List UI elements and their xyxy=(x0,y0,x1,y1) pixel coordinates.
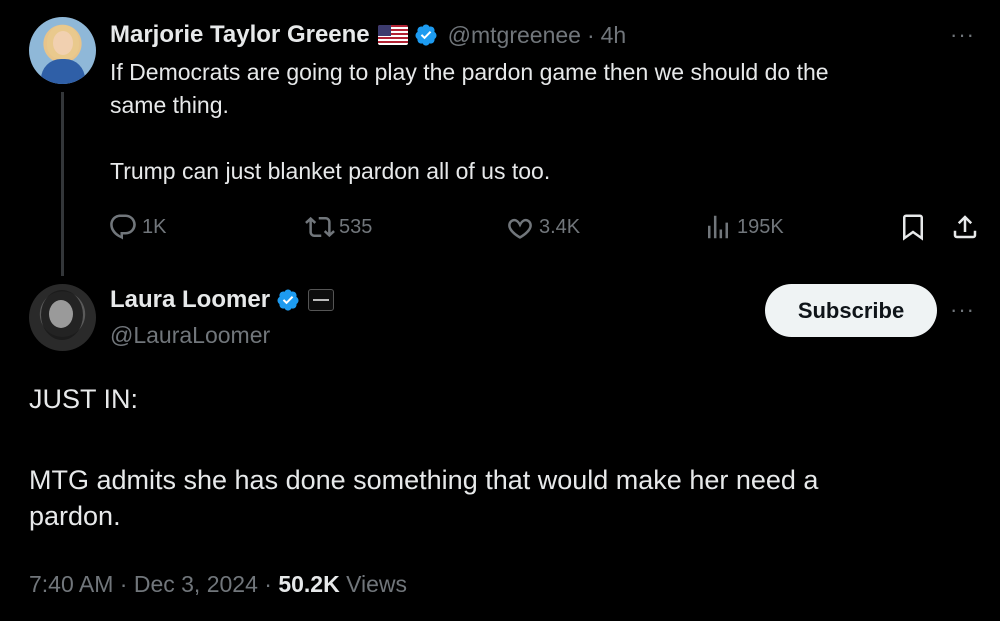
text-line: pardon. xyxy=(29,501,121,531)
bookmark-icon xyxy=(903,214,923,241)
separator: · xyxy=(264,571,272,597)
separator: · xyxy=(119,571,128,597)
tweet-text: If Democrats are going to play the pardo… xyxy=(110,56,960,188)
thread-line xyxy=(61,92,64,276)
subscribe-button[interactable]: Subscribe xyxy=(765,284,937,337)
us-flag-icon xyxy=(377,25,408,45)
text-line: same thing. xyxy=(110,92,229,118)
tweet-meta: 7:40 AM · Dec 3, 2024 · 50.2K Views xyxy=(29,571,407,598)
time-ago[interactable]: 4h xyxy=(601,22,627,49)
views-label: Views xyxy=(346,571,408,597)
parent-tweet-header: Marjorie Taylor Greene @mtgreenee · 4h xyxy=(110,20,626,50)
more-options-icon[interactable]: ··· xyxy=(950,22,975,48)
share-icon xyxy=(953,215,977,239)
affiliation-badge-icon[interactable] xyxy=(308,289,335,311)
heart-icon xyxy=(508,218,532,239)
tweet-time[interactable]: 7:40 AM xyxy=(29,571,113,597)
parent-tweet[interactable]: Marjorie Taylor Greene @mtgreenee · 4h ·… xyxy=(0,0,1000,280)
views-button[interactable]: 195K xyxy=(703,212,784,242)
analytics-icon xyxy=(708,215,728,239)
author-name[interactable]: Laura Loomer xyxy=(110,286,270,314)
share-button[interactable] xyxy=(950,212,984,242)
reply-button[interactable]: 1K xyxy=(108,212,166,242)
author-name[interactable]: Marjorie Taylor Greene xyxy=(110,21,370,49)
separator: · xyxy=(586,21,595,48)
action-bar: 1K 535 3.4K 195K xyxy=(108,212,988,244)
views-count: 195K xyxy=(737,215,784,238)
verified-badge-icon[interactable] xyxy=(276,288,300,312)
repost-icon xyxy=(305,216,335,238)
main-tweet-header: Laura Loomer @LauraLoomer xyxy=(110,284,335,349)
views-count: 50.2K xyxy=(278,571,340,597)
verified-badge-icon[interactable] xyxy=(414,23,438,47)
author-handle[interactable]: @LauraLoomer xyxy=(110,322,334,349)
more-options-icon[interactable]: ··· xyxy=(950,297,975,323)
author-handle[interactable]: @mtgreenee xyxy=(448,22,581,49)
text-line: JUST IN: xyxy=(29,384,139,414)
reply-count: 1K xyxy=(142,215,167,238)
text-line: If Democrats are going to play the pardo… xyxy=(110,59,829,85)
repost-button[interactable]: 535 xyxy=(305,212,372,242)
avatar[interactable] xyxy=(29,17,96,84)
text-line: Trump can just blanket pardon all of us … xyxy=(110,158,551,184)
avatar[interactable] xyxy=(29,284,96,351)
like-count: 3.4K xyxy=(539,215,581,238)
tweet-text: JUST IN: MTG admits she has done somethi… xyxy=(29,381,949,534)
repost-count: 535 xyxy=(339,215,373,238)
text-line: MTG admits she has done something that w… xyxy=(29,465,819,495)
tweet-date[interactable]: Dec 3, 2024 xyxy=(134,571,258,597)
bookmark-button[interactable] xyxy=(898,212,932,242)
like-button[interactable]: 3.4K xyxy=(505,212,580,242)
reply-icon xyxy=(110,214,136,240)
